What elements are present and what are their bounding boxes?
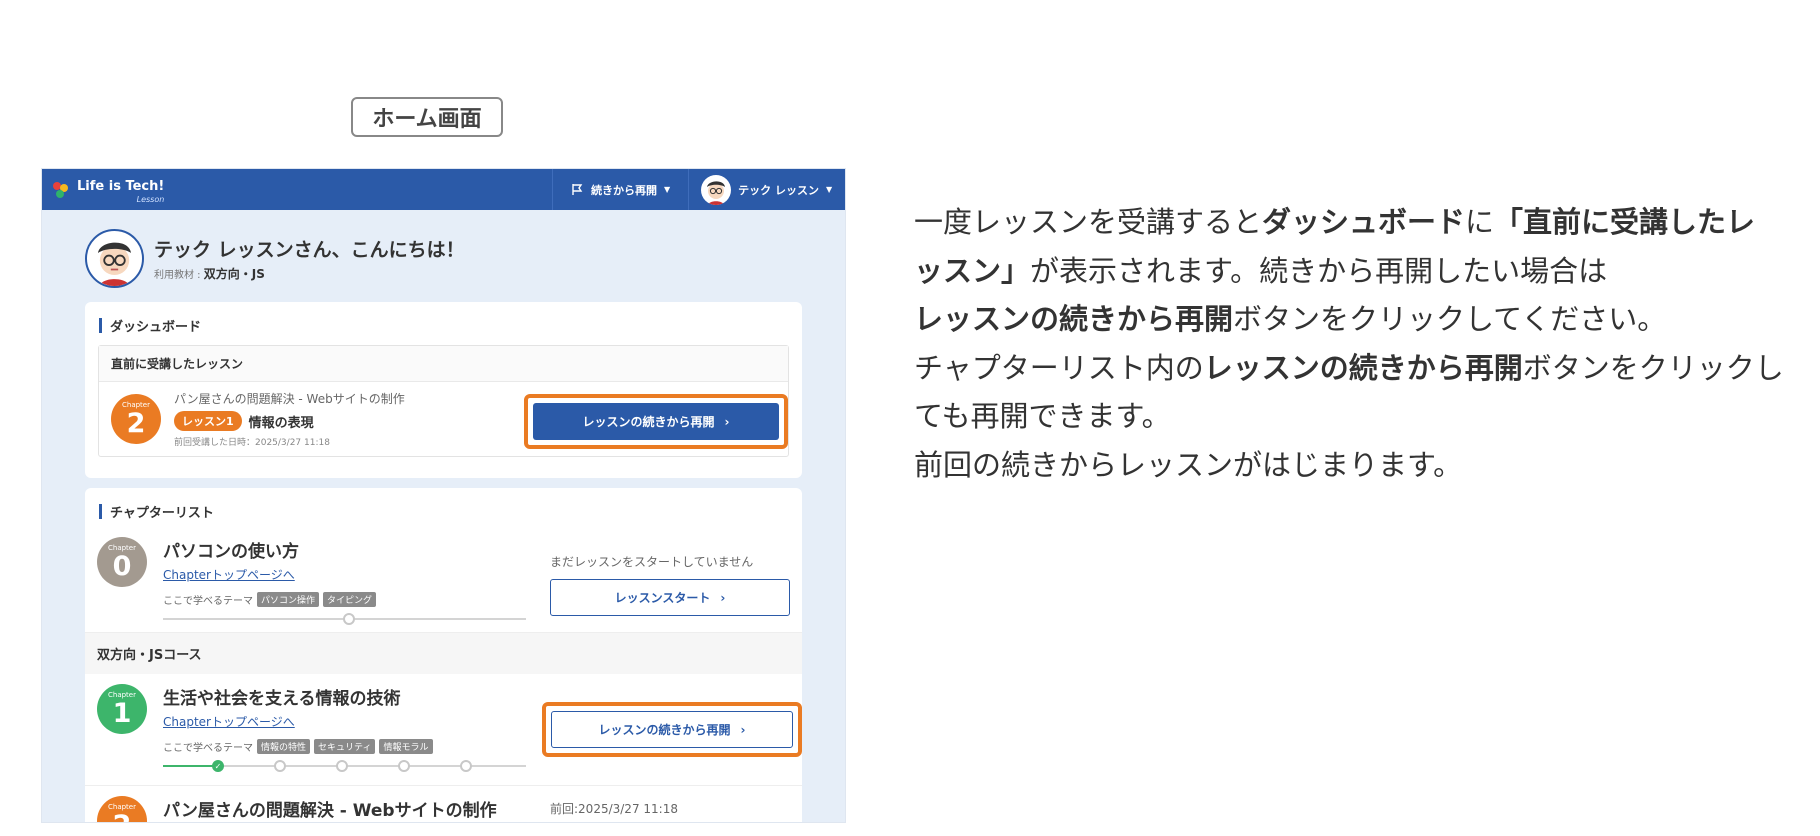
explanation-bold: ダッシュボード: [1262, 205, 1466, 239]
check-icon: ✓: [212, 760, 224, 772]
greeting-title: テック レッスンさん、こんにちは！: [154, 239, 465, 261]
recent-lesson-box: 直前に受講したレッスン Chapter 2 パン屋さんの問題解決 - Webサイ…: [98, 345, 789, 457]
main-content: テック レッスンさん、こんにちは！ 利用教材 : 双方向・JS ダッシュボード …: [42, 210, 845, 823]
recent-lesson-body: Chapter 2 パン屋さんの問題解決 - Webサイトの制作 レッスン1 情…: [99, 382, 788, 456]
chapter-row: Chapter 0 パソコンの使い方 Chapterトップページへ ここで学べる…: [85, 527, 802, 633]
explanation-part: 前回の続きからレッスンがはじまります。: [914, 447, 1463, 482]
nav-resume-button[interactable]: 続きから再開 ▼: [552, 169, 690, 210]
logo-mark-icon: [53, 181, 69, 198]
greeting: テック レッスンさん、こんにちは！ 利用教材 : 双方向・JS: [85, 225, 802, 292]
nav-resume-label: 続きから再開: [591, 183, 657, 197]
screen-caption: ホーム画面: [351, 97, 503, 137]
chapter-title: パン屋さんの問題解決 - Webサイトの制作: [163, 801, 497, 821]
lesson-status: 前回:2025/3/27 11:18: [550, 802, 678, 816]
theme-label: ここで学べるテーマ: [163, 743, 253, 754]
resume-lesson-button[interactable]: レッスンの続きから再開 ›: [551, 711, 793, 748]
dashboard-card: ダッシュボード 直前に受講したレッスン Chapter 2 パン屋さんの問題解決…: [85, 302, 802, 478]
explanation-bold: レッスンの続きから再開: [1203, 350, 1523, 385]
material-prefix: 利用教材 :: [154, 270, 204, 281]
lesson-start-label: レッスンスタート: [614, 591, 711, 605]
lesson-name: 情報の表現: [248, 415, 314, 431]
explanation-part: が表示されます。続きから再開したい場合は: [1030, 253, 1608, 288]
material-info: 利用教材 : 双方向・JS: [154, 265, 465, 282]
logo-subtext: Lesson: [136, 195, 165, 204]
explanation-bold: レッスンの続きから再開: [914, 302, 1234, 336]
chapter-title: 生活や社会を支える情報の技術: [163, 689, 401, 709]
chapter-badge: Chapter 1: [97, 684, 147, 734]
lesson-status: まだレッスンをスタートしていません: [550, 555, 754, 569]
chevron-right-icon: ›: [720, 590, 726, 605]
progress-dot: [343, 613, 355, 625]
chapter-number: 2: [113, 812, 132, 823]
resume-lesson-button[interactable]: レッスンの続きから再開 ›: [533, 403, 779, 440]
highlight-frame: レッスンの続きから再開 ›: [524, 394, 788, 449]
chapter-top-link[interactable]: Chapterトップページへ: [163, 566, 295, 583]
avatar: [85, 229, 144, 288]
flag-icon: [572, 184, 583, 195]
resume-lesson-label: レッスンの続きから再開: [598, 723, 731, 737]
explanation-part: に: [1465, 205, 1495, 239]
recent-lesson-title: 直前に受講したレッスン: [99, 346, 788, 382]
lesson-tag: レッスン1: [174, 411, 242, 431]
lesson-start-button[interactable]: レッスンスタート ›: [550, 579, 790, 616]
user-menu[interactable]: テック レッスン ▼: [689, 169, 845, 210]
progress-dot: [398, 760, 410, 772]
top-nav-bar: Life is Tech! Lesson 続きから再開 ▼ テック レッスン ▼: [42, 169, 845, 210]
resume-lesson-label: レッスンの続きから再開: [582, 415, 715, 429]
explanation-part: ボタンをクリックしてください。: [1233, 302, 1667, 336]
chapter-number: 0: [112, 550, 132, 582]
theme-tag: セキュリティ: [314, 739, 376, 754]
chapter-number: 1: [112, 697, 132, 729]
chapter-progress: ✓: [163, 758, 526, 774]
page: ホーム画面 Life is Tech! Lesson 続きから再開 ▼ テック …: [0, 0, 1820, 836]
caret-down-icon: ▼: [664, 185, 671, 194]
chapter-row: Chapter 1 生活や社会を支える情報の技術 Chapterトップページへ …: [85, 674, 802, 786]
logo[interactable]: Life is Tech! Lesson: [42, 169, 552, 210]
caret-down-icon: ▼: [826, 185, 833, 194]
logo-text: Life is Tech!: [77, 179, 165, 194]
highlight-frame: レッスンの続きから再開 ›: [542, 702, 802, 757]
progress-dot: [336, 760, 348, 772]
chapter-number: 2: [126, 407, 146, 439]
chevron-right-icon: ›: [740, 722, 746, 737]
progress-dot: [274, 760, 286, 772]
explanation-text: 一度レッスンを受講するとダッシュボードに「直前に受講したレッスン」が表示されます…: [914, 198, 1784, 489]
theme-tag: パソコン操作: [257, 592, 320, 607]
chapter-top-link[interactable]: Chapterトップページへ: [163, 713, 295, 730]
chapter-title: パソコンの使い方: [163, 542, 299, 562]
app-screenshot: Life is Tech! Lesson 続きから再開 ▼ テック レッスン ▼: [41, 168, 846, 823]
chapter-row: Chapter 2 パン屋さんの問題解決 - Webサイトの制作 前回:2025…: [85, 786, 802, 823]
chapter-badge: Chapter 0: [97, 537, 147, 587]
theme-tag: タイピング: [323, 592, 377, 607]
chapter-progress: [163, 611, 526, 627]
chapter-badge: Chapter 2: [111, 394, 161, 444]
material-name: 双方向・JS: [203, 267, 265, 281]
theme-tag: 情報モラル: [379, 739, 433, 754]
explanation-part: 一度レッスンを受講すると: [914, 205, 1263, 239]
explanation-part: チャプターリスト内の: [914, 350, 1204, 385]
chapter-list-card: チャプターリスト Chapter 0 パソコンの使い方 Chapterトップペー…: [85, 488, 802, 823]
chapter-list-heading: チャプターリスト: [85, 488, 802, 521]
user-name: テック レッスン: [738, 183, 819, 197]
chevron-right-icon: ›: [724, 414, 730, 429]
avatar: [701, 174, 732, 205]
progress-dot: [460, 760, 472, 772]
course-label: 双方向・JSコース: [85, 633, 802, 674]
dashboard-heading: ダッシュボード: [85, 302, 802, 335]
theme-label: ここで学べるテーマ: [163, 596, 253, 607]
chapter-badge: Chapter 2: [97, 796, 147, 823]
theme-tag: 情報の特性: [257, 739, 311, 754]
